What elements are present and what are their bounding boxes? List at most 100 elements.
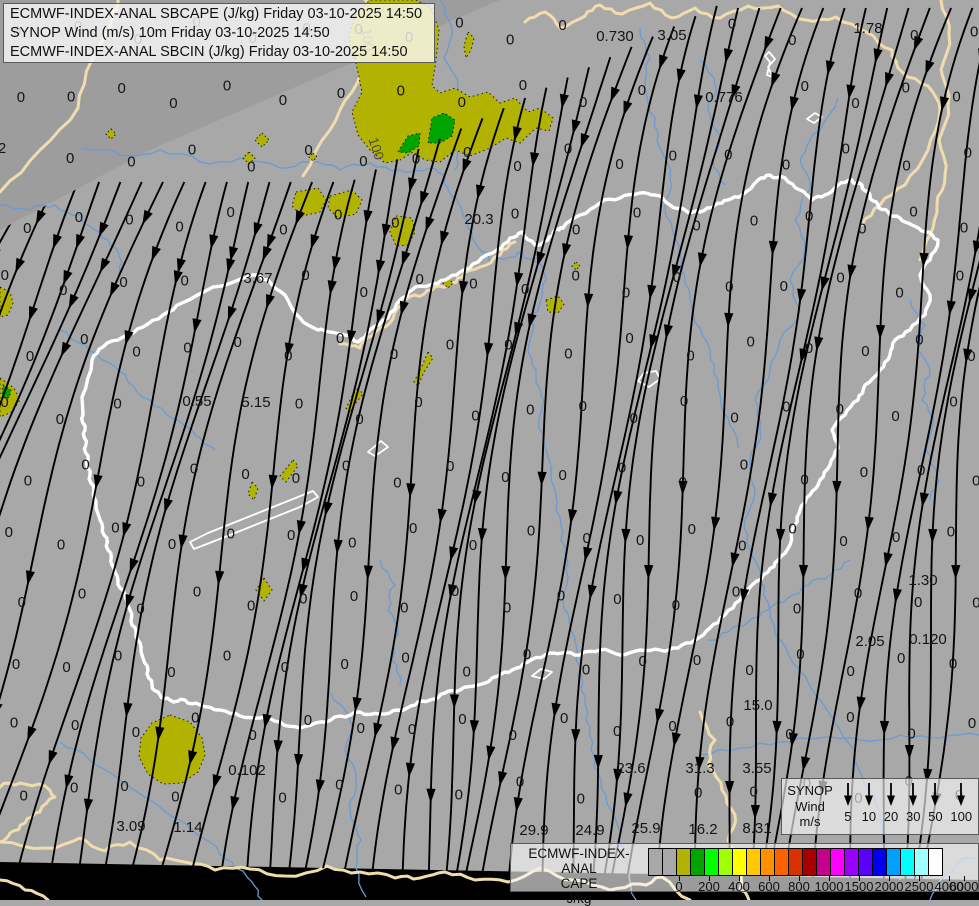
station-value-zero: 0 bbox=[693, 652, 701, 669]
station-value-zero: 0 bbox=[400, 599, 408, 616]
station-value-zero: 0 bbox=[191, 710, 199, 727]
station-value-zero: 0 bbox=[175, 218, 183, 235]
station-value-zero: 0 bbox=[111, 520, 119, 537]
station-value: 15.0 bbox=[743, 697, 772, 714]
station-value-zero: 0 bbox=[458, 94, 466, 111]
cape-color-box bbox=[676, 848, 691, 876]
station-value-zero: 0 bbox=[401, 650, 409, 667]
station-value-zero: 0 bbox=[836, 401, 844, 418]
wind-legend-title-line: SYNOP bbox=[782, 783, 838, 799]
station-value-zero: 0 bbox=[114, 647, 122, 664]
station-value-zero: 0 bbox=[463, 664, 471, 681]
cape-tick-label: 800 bbox=[788, 879, 810, 894]
station-value: 1.78 bbox=[853, 20, 882, 37]
down-arrow-icon bbox=[885, 782, 897, 807]
station-value-zero: 0 bbox=[796, 646, 804, 663]
station-value-zero: 0 bbox=[564, 346, 572, 363]
station-value-zero: 0 bbox=[740, 457, 748, 474]
station-value-zero: 0 bbox=[409, 520, 417, 537]
station-value-zero: 0 bbox=[750, 213, 758, 230]
station-value-zero: 0 bbox=[860, 464, 868, 481]
cape-tick-label: 1500 bbox=[845, 879, 874, 894]
station-value: 1.30 bbox=[908, 572, 937, 589]
station-value-zero: 0 bbox=[12, 656, 20, 673]
station-value-zero: 0 bbox=[183, 340, 191, 357]
station-value: 23.6 bbox=[616, 760, 645, 777]
wind-speed-cell: 100 bbox=[950, 782, 972, 832]
title-box: ECMWF-INDEX-ANAL SBCAPE (J/kg) Friday 03… bbox=[3, 3, 435, 63]
station-value-zero: 0 bbox=[579, 398, 587, 415]
station-value-zero: 0 bbox=[304, 712, 312, 729]
station-value-zero: 0 bbox=[127, 154, 135, 171]
station-value-zero: 0 bbox=[223, 78, 231, 95]
station-value: 20.3 bbox=[464, 211, 493, 228]
station-value-zero: 0 bbox=[414, 394, 422, 411]
cape-color-box bbox=[662, 848, 677, 876]
station-value-zero: 0 bbox=[625, 330, 633, 347]
cape-color-box bbox=[872, 848, 887, 876]
cape-color-box bbox=[732, 848, 747, 876]
station-value: 16.2 bbox=[688, 821, 717, 838]
station-value-zero: 0 bbox=[516, 773, 524, 790]
station-value-zero: 0 bbox=[851, 95, 859, 112]
station-value-zero: 0 bbox=[557, 588, 565, 605]
station-value-zero: 0 bbox=[169, 95, 177, 112]
station-value-zero: 0 bbox=[968, 715, 976, 732]
station-value-zero: 0 bbox=[416, 271, 424, 288]
station-value-zero: 0 bbox=[673, 269, 681, 286]
station-value-zero: 0 bbox=[337, 85, 345, 102]
station-value-zero: 0 bbox=[972, 594, 979, 611]
station-value-zero: 0 bbox=[854, 585, 862, 602]
station-value-zero: 0 bbox=[278, 789, 286, 806]
station-value-zero: 0 bbox=[523, 646, 531, 663]
cape-tick-label: 600 bbox=[758, 879, 780, 894]
station-value-zero: 0 bbox=[782, 156, 790, 173]
station-value-zero: 0 bbox=[564, 141, 572, 158]
station-value-zero: 0 bbox=[668, 718, 676, 735]
down-arrow-icon bbox=[842, 782, 854, 807]
wind-speed-label: 50 bbox=[928, 809, 942, 824]
station-value-zero: 0 bbox=[501, 469, 509, 486]
station-value: 0.776 bbox=[705, 89, 743, 106]
cape-color-box bbox=[690, 848, 705, 876]
station-value-zero: 0 bbox=[914, 594, 922, 611]
wind-legend: SYNOP Wind m/s 510203050100 bbox=[781, 778, 979, 835]
station-value-zero: 0 bbox=[506, 32, 514, 49]
wind-speed-cell: 20 bbox=[884, 782, 898, 832]
station-value-zero: 0 bbox=[292, 470, 300, 487]
station-value-zero: 0 bbox=[390, 346, 398, 363]
down-arrow-icon bbox=[907, 782, 919, 807]
cape-tick-label: 2500 bbox=[905, 879, 934, 894]
station-value-zero: 0 bbox=[5, 524, 13, 541]
station-value-zero: 0 bbox=[583, 530, 591, 547]
wind-legend-title-line: m/s bbox=[782, 814, 838, 830]
cape-color-box bbox=[858, 848, 873, 876]
down-arrow-icon bbox=[955, 782, 967, 807]
station-value-zero: 0 bbox=[451, 583, 459, 600]
station-value: 0.102 bbox=[228, 762, 266, 779]
station-value-zero: 0 bbox=[910, 27, 918, 44]
station-value-zero: 0 bbox=[724, 147, 732, 164]
cape-color-box bbox=[704, 848, 719, 876]
wind-speed-cell: 10 bbox=[862, 782, 876, 832]
station-value-zero: 0 bbox=[672, 597, 680, 614]
title-line-sbcape: ECMWF-INDEX-ANAL SBCAPE (J/kg) Friday 03… bbox=[10, 5, 428, 24]
title-line-wind: SYNOP Wind (m/s) 10m Friday 03-10-2025 1… bbox=[10, 24, 428, 43]
station-value-zero: 0 bbox=[113, 396, 121, 413]
station-value-zero: 0 bbox=[895, 285, 903, 302]
station-value-zero: 0 bbox=[168, 536, 176, 553]
station-value-zero: 0 bbox=[839, 533, 847, 550]
station-value-zero: 0 bbox=[137, 474, 145, 491]
station-value-zero: 0 bbox=[355, 411, 363, 428]
station-value-zero: 0 bbox=[907, 725, 915, 742]
station-value-zero: 0 bbox=[952, 89, 960, 106]
station-value-zero: 0 bbox=[62, 659, 70, 676]
station-value-zero: 0 bbox=[970, 24, 978, 41]
station-value-zero: 0 bbox=[17, 89, 25, 106]
station-value-zero: 0 bbox=[70, 780, 78, 797]
station-value-zero: 0 bbox=[728, 16, 736, 33]
station-value-zero: 0 bbox=[455, 14, 463, 31]
station-value-zero: 0 bbox=[360, 284, 368, 301]
cape-tick-label: 400 bbox=[728, 879, 750, 894]
station-value-zero: 0 bbox=[902, 80, 910, 97]
